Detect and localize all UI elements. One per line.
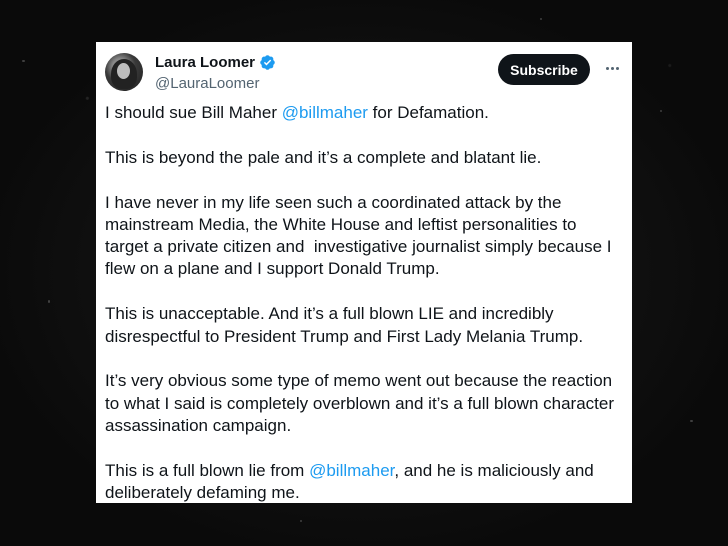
more-dot [610, 66, 614, 70]
tweet-paragraph: It’s very obvious some type of memo went… [105, 371, 614, 435]
text-run: This is a full blown lie from [105, 460, 310, 480]
tweet-header: Laura Loomer @LauraLoomer Subscribe [105, 52, 622, 94]
tweet-paragraph: This is a full blown lie from @billmaher… [105, 460, 624, 505]
background-speck [22, 60, 25, 62]
more-dot [605, 66, 609, 70]
background-speck [48, 300, 50, 303]
author-block: Laura Loomer @LauraLoomer [155, 54, 276, 92]
subscribe-button[interactable]: Subscribe [498, 54, 590, 85]
tweet-card: Laura Loomer @LauraLoomer Subscribe I sh… [96, 42, 632, 503]
author-handle[interactable]: @LauraLoomer [155, 75, 276, 92]
tweet-paragraph: This is unacceptable. And it’s a full bl… [105, 304, 584, 346]
background-speck [300, 520, 302, 522]
tweet-paragraph: I have never in my life seen such a coor… [105, 192, 617, 279]
tweet-paragraph: This is beyond the pale and it’s a compl… [105, 147, 542, 167]
background-speck [660, 110, 662, 112]
mention-link[interactable]: @billmaher [282, 103, 368, 122]
author-name[interactable]: Laura Loomer [155, 54, 255, 71]
avatar[interactable] [105, 53, 143, 91]
more-dot [615, 66, 619, 70]
verified-badge-icon [260, 55, 275, 70]
author-name-row: Laura Loomer [155, 54, 276, 71]
background-speck [690, 420, 693, 422]
background-speck [540, 18, 542, 20]
text-run: for Defamation. [367, 103, 489, 122]
text-run: I should sue Bill Maher [105, 103, 282, 122]
avatar-face [117, 63, 130, 79]
more-dots-icon[interactable] [602, 58, 622, 78]
tweet-paragraph: I should sue Bill Maher @billmaher for D… [105, 102, 624, 124]
tweet-text: I should sue Bill Maher @billmaher for D… [105, 102, 624, 504]
mention-link[interactable]: @billmaher [309, 461, 394, 480]
